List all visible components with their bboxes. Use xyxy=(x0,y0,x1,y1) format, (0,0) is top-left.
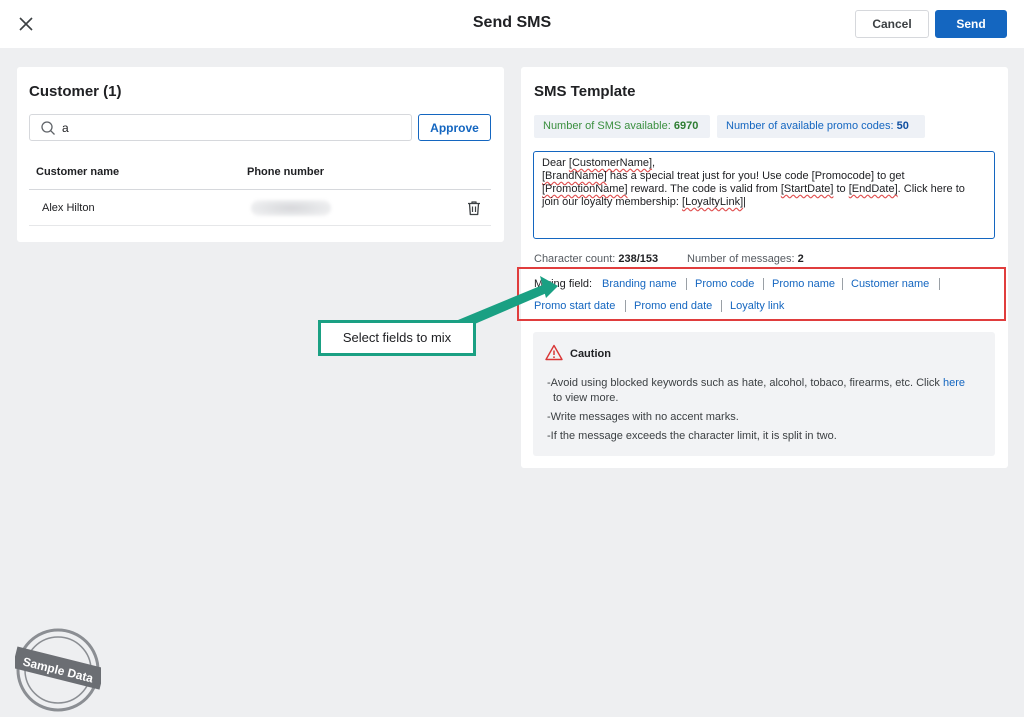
promo-codes-badge: Number of available promo codes: 50 xyxy=(717,115,925,138)
caution-title: Caution xyxy=(570,348,611,360)
customer-name-cell: Alex Hilton xyxy=(42,202,95,214)
here-link[interactable]: here xyxy=(943,377,965,389)
annotation-callout: Select fields to mix xyxy=(318,320,476,356)
message-count: Number of messages: 2 xyxy=(687,253,804,265)
sms-message-textarea[interactable]: Dear [CustomerName], [BrandName] has a s… xyxy=(533,151,995,239)
trash-icon[interactable] xyxy=(465,199,483,217)
caution-item: -Avoid using blocked keywords such as ha… xyxy=(547,377,966,389)
caution-item-continued: to view more. xyxy=(553,392,619,404)
sms-available-badge: Number of SMS available: 6970 xyxy=(534,115,710,138)
mixing-field-highlight xyxy=(517,267,1006,321)
caution-item: -Write messages with no accent marks. xyxy=(547,411,739,423)
phone-number-blurred xyxy=(251,200,331,216)
search-input[interactable] xyxy=(62,119,402,137)
customer-search[interactable] xyxy=(29,114,412,141)
table-row: Alex Hilton xyxy=(29,190,491,226)
sample-data-stamp: Sample Data xyxy=(15,628,101,712)
caution-box: Caution -Avoid using blocked keywords su… xyxy=(533,332,995,456)
sms-template-title: SMS Template xyxy=(534,83,636,100)
customer-panel-title: Customer (1) xyxy=(29,83,122,100)
warning-icon xyxy=(545,344,563,361)
top-bar: Send SMS Cancel Send xyxy=(0,0,1024,48)
customer-panel: Customer (1) Approve Customer name Phone… xyxy=(17,67,504,242)
search-icon xyxy=(41,121,55,135)
approve-button[interactable]: Approve xyxy=(418,114,491,141)
caution-item: -If the message exceeds the character li… xyxy=(547,430,837,442)
send-button[interactable]: Send xyxy=(935,10,1007,38)
cancel-button[interactable]: Cancel xyxy=(855,10,929,38)
column-header-phone-number: Phone number xyxy=(247,166,325,178)
character-count: Character count: 238/153 xyxy=(534,253,659,265)
column-header-customer-name: Customer name xyxy=(36,166,120,178)
